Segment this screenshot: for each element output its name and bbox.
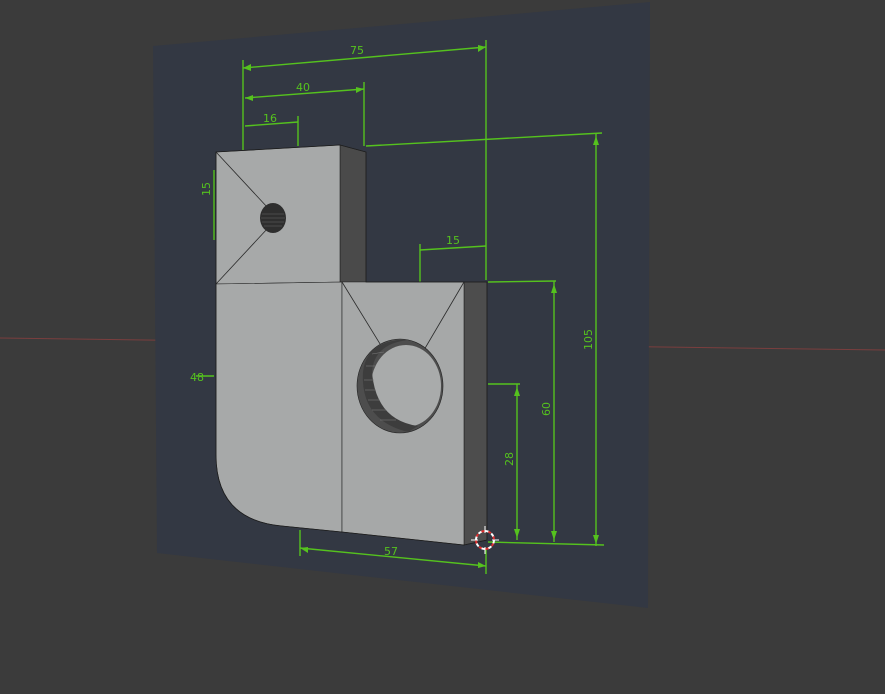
3d-viewport[interactable]: 75 40 16 15 15 48 105 60 28 57 — [0, 0, 885, 694]
dim-top-offset: 16 — [263, 112, 277, 125]
dim-hole-offset: 15 — [200, 182, 213, 196]
dim-overall-width: 75 — [350, 44, 364, 57]
dim-right-height: 60 — [540, 402, 553, 416]
dim-slot-width: 15 — [446, 234, 460, 247]
dim-left-height: 48 — [190, 371, 204, 384]
dim-lower-height: 28 — [503, 452, 516, 466]
dim-bottom-width: 57 — [384, 545, 398, 558]
dim-upper-width: 40 — [296, 81, 310, 94]
dim-overall-height: 105 — [582, 329, 595, 350]
